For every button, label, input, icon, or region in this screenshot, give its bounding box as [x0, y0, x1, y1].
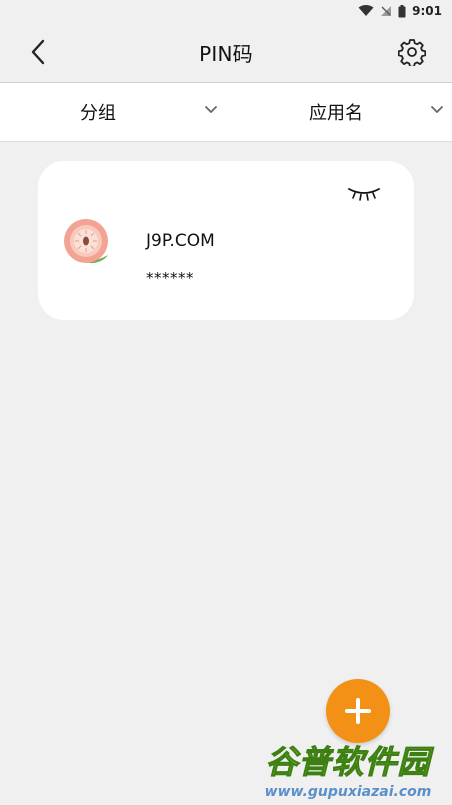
- pin-entry-card[interactable]: J9P.COM ******: [38, 161, 414, 320]
- settings-button[interactable]: [394, 32, 430, 72]
- peach-icon: [64, 219, 108, 264]
- status-bar: 9:01: [0, 0, 452, 22]
- entry-name: J9P.COM: [146, 231, 215, 251]
- app-bar: PIN码: [0, 22, 452, 82]
- filter-bar: 分组 应用名: [0, 83, 452, 142]
- group-filter-label: 分组: [80, 103, 116, 124]
- entry-pin-masked: ******: [146, 269, 194, 287]
- no-signal-icon: [381, 6, 392, 16]
- group-filter-dropdown[interactable]: 分组: [0, 83, 226, 141]
- watermark-text: 谷普软件园: [265, 743, 431, 782]
- appname-filter-dropdown[interactable]: 应用名: [226, 83, 452, 141]
- page-title: PIN码: [199, 41, 253, 66]
- chevron-down-icon: [431, 106, 443, 113]
- status-time: 9:01: [412, 4, 442, 18]
- eye-closed-icon: [348, 188, 380, 201]
- chevron-down-icon: [205, 106, 217, 113]
- gear-icon: [398, 39, 426, 66]
- back-arrow-icon: [31, 39, 45, 65]
- back-button[interactable]: [22, 34, 54, 70]
- watermark: 谷普软件园 www.gupuxiazai.com: [246, 740, 450, 803]
- battery-icon: [398, 4, 406, 17]
- plus-icon: [345, 698, 371, 724]
- watermark-url: www.gupuxiazai.com: [264, 784, 432, 800]
- add-pin-button[interactable]: [326, 679, 390, 743]
- appname-filter-label: 应用名: [309, 103, 363, 124]
- show-pin-toggle[interactable]: [346, 183, 382, 205]
- wifi-icon: [358, 5, 374, 16]
